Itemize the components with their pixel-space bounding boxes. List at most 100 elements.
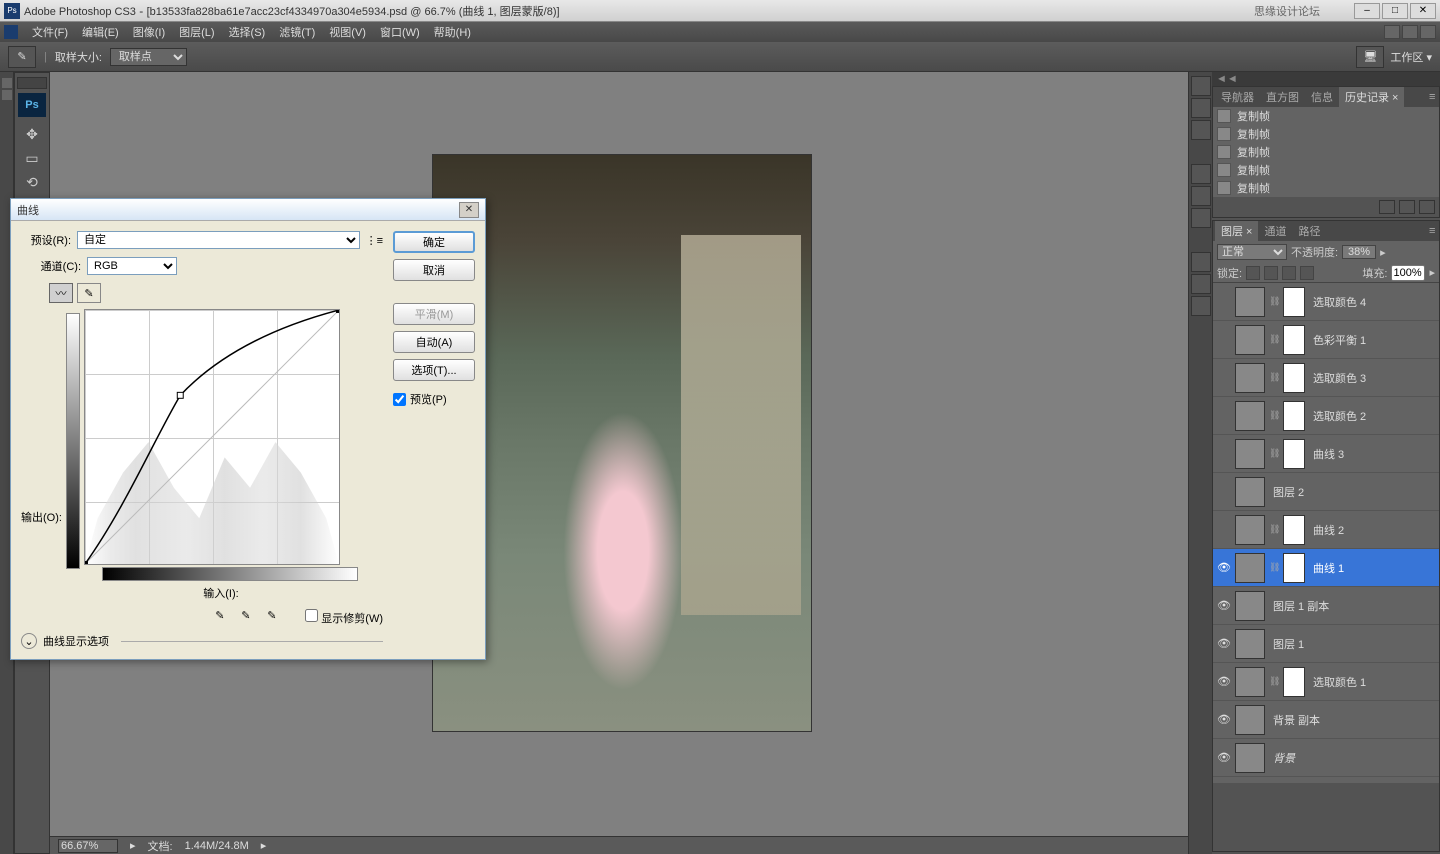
opacity-input[interactable] (1342, 245, 1376, 259)
link-icon[interactable]: ⛓ (1269, 334, 1279, 345)
gray-point-dropper-icon[interactable]: ✎ (241, 609, 261, 627)
cancel-button[interactable]: 取消 (393, 259, 475, 281)
layer-row[interactable]: ⛓ 色彩平衡 1 (1213, 321, 1439, 359)
layer-list[interactable]: ⛓选取颜色 4⛓色彩平衡 1⛓选取颜色 3⛓选取颜色 2⛓曲线 3图层 2⛓曲线… (1213, 283, 1439, 783)
layer-mask-thumbnail[interactable] (1283, 553, 1305, 583)
layer-row[interactable]: 👁背景 (1213, 739, 1439, 777)
link-icon[interactable]: ⛓ (1269, 296, 1279, 307)
screen-mode-icon[interactable]: 🖥 (1356, 46, 1384, 68)
dialog-close-button[interactable]: ✕ (459, 202, 479, 218)
layer-mask-thumbnail[interactable] (1283, 287, 1305, 317)
layer-name[interactable]: 背景 (1269, 750, 1435, 766)
layer-thumbnail[interactable] (1235, 401, 1265, 431)
dock-icon[interactable] (1191, 252, 1211, 272)
menu-edit[interactable]: 编辑(E) (76, 22, 125, 42)
curve-point-tool[interactable]: 〰 (49, 283, 73, 303)
visibility-toggle[interactable]: 👁 (1217, 675, 1231, 689)
link-icon[interactable]: ⛓ (1269, 562, 1279, 573)
lock-position-icon[interactable] (1282, 266, 1296, 280)
visibility-toggle[interactable] (1217, 485, 1231, 499)
preset-select[interactable]: 自定 (77, 231, 360, 249)
layer-mask-thumbnail[interactable] (1283, 325, 1305, 355)
show-clipping-checkbox[interactable] (305, 609, 318, 622)
menu-filter[interactable]: 滤镜(T) (273, 22, 321, 42)
sample-size-select[interactable]: 取样点 (110, 48, 187, 66)
channel-select[interactable]: RGB (87, 257, 177, 275)
visibility-toggle[interactable] (1217, 371, 1231, 385)
tab-paths[interactable]: 路径 (1292, 221, 1326, 241)
dock-icon[interactable] (1191, 186, 1211, 206)
layer-thumbnail[interactable] (1235, 743, 1265, 773)
dock-icon[interactable] (1191, 296, 1211, 316)
layer-thumbnail[interactable] (1235, 667, 1265, 697)
visibility-toggle[interactable] (1217, 523, 1231, 537)
layer-name[interactable]: 图层 1 (1269, 636, 1435, 652)
menu-image[interactable]: 图像(I) (127, 22, 171, 42)
dock-icon[interactable] (1191, 164, 1211, 184)
white-point-dropper-icon[interactable]: ✎ (267, 609, 287, 627)
curve-pencil-tool[interactable]: ✎ (77, 283, 101, 303)
layer-thumbnail[interactable] (1235, 591, 1265, 621)
panel-menu-icon[interactable]: ≡ (1423, 89, 1437, 105)
visibility-toggle[interactable]: 👁 (1217, 637, 1231, 651)
history-snapshot-icon[interactable] (1379, 200, 1395, 214)
auto-button[interactable]: 自动(A) (393, 331, 475, 353)
menu-select[interactable]: 选择(S) (223, 22, 272, 42)
layer-name[interactable]: 图层 2 (1269, 484, 1435, 500)
dialog-titlebar[interactable]: 曲线 ✕ (11, 199, 485, 221)
layer-thumbnail[interactable] (1235, 325, 1265, 355)
lock-pixels-icon[interactable] (1264, 266, 1278, 280)
maximize-button[interactable]: □ (1382, 3, 1408, 19)
layer-mask-thumbnail[interactable] (1283, 515, 1305, 545)
smooth-button[interactable]: 平滑(M) (393, 303, 475, 325)
layer-name[interactable]: 色彩平衡 1 (1309, 332, 1435, 348)
layer-name[interactable]: 曲线 2 (1309, 522, 1435, 538)
visibility-toggle[interactable] (1217, 295, 1231, 309)
fill-input[interactable] (1391, 265, 1425, 281)
tab-channels[interactable]: 通道 (1258, 221, 1292, 241)
menu-layer[interactable]: 图层(L) (173, 22, 220, 42)
history-delete-icon[interactable] (1419, 200, 1435, 214)
menu-file[interactable]: 文件(F) (26, 22, 74, 42)
blend-mode-select[interactable]: 正常 (1217, 244, 1287, 260)
layer-thumbnail[interactable] (1235, 477, 1265, 507)
doc-close-button[interactable] (1420, 25, 1436, 39)
history-item[interactable]: 复制帧 (1213, 161, 1439, 179)
workspace-menu[interactable]: 工作区 ▾ (1390, 49, 1432, 65)
link-icon[interactable]: ⛓ (1269, 372, 1279, 383)
layer-thumbnail[interactable] (1235, 629, 1265, 659)
layer-thumbnail[interactable] (1235, 439, 1265, 469)
layer-name[interactable]: 背景 副本 (1269, 712, 1435, 728)
layer-row[interactable]: 图层 2 (1213, 473, 1439, 511)
history-item[interactable]: 复制帧 (1213, 179, 1439, 197)
layer-thumbnail[interactable] (1235, 515, 1265, 545)
layer-thumbnail[interactable] (1235, 287, 1265, 317)
toolbox-grip[interactable] (17, 77, 47, 89)
tab-layers[interactable]: 图层 × (1215, 221, 1258, 241)
menu-view[interactable]: 视图(V) (323, 22, 372, 42)
visibility-toggle[interactable] (1217, 447, 1231, 461)
layer-row[interactable]: 👁 ⛓ 曲线 1 (1213, 549, 1439, 587)
layer-name[interactable]: 曲线 1 (1309, 560, 1435, 576)
ok-button[interactable]: 确定 (393, 231, 475, 253)
layer-row[interactable]: 👁 图层 1 (1213, 625, 1439, 663)
link-icon[interactable]: ⛓ (1269, 524, 1279, 535)
visibility-toggle[interactable]: 👁 (1217, 599, 1231, 613)
layer-thumbnail[interactable] (1235, 363, 1265, 393)
move-tool[interactable]: ✥ (18, 123, 46, 145)
layer-thumbnail[interactable] (1235, 553, 1265, 583)
current-tool-icon[interactable]: ✎ (8, 46, 36, 68)
options-button[interactable]: 选项(T)... (393, 359, 475, 381)
link-icon[interactable]: ⛓ (1269, 676, 1279, 687)
link-icon[interactable]: ⛓ (1269, 410, 1279, 421)
doc-restore-button[interactable] (1402, 25, 1418, 39)
visibility-toggle[interactable]: 👁 (1217, 561, 1231, 575)
visibility-toggle[interactable] (1217, 409, 1231, 423)
dock-icon[interactable] (1191, 274, 1211, 294)
expand-options-button[interactable]: ⌄ (21, 633, 37, 649)
layer-name[interactable]: 曲线 3 (1309, 446, 1435, 462)
history-item[interactable]: 复制帧 (1213, 125, 1439, 143)
layer-row[interactable]: ⛓选取颜色 3 (1213, 359, 1439, 397)
menu-window[interactable]: 窗口(W) (374, 22, 426, 42)
lasso-tool[interactable]: ⟲ (18, 171, 46, 193)
